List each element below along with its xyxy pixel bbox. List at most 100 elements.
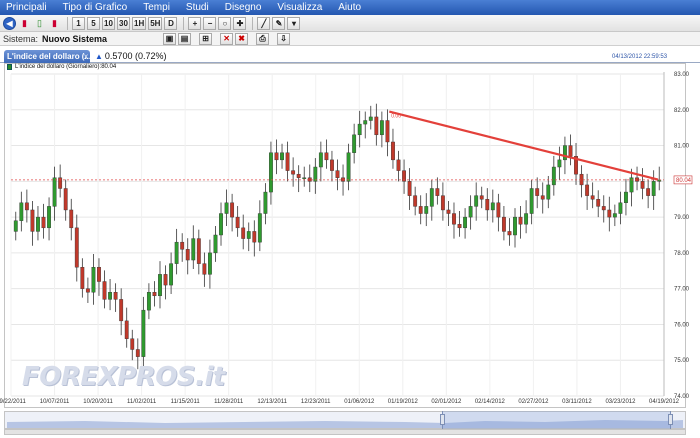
- candle[interactable]: [346, 152, 351, 182]
- candle[interactable]: [313, 166, 318, 182]
- navigator-left-handle[interactable]: [440, 414, 445, 425]
- navigator-scrollbar[interactable]: [4, 429, 686, 435]
- candle[interactable]: [429, 188, 434, 207]
- candle[interactable]: [30, 209, 35, 232]
- candle[interactable]: [291, 170, 296, 175]
- candle[interactable]: [274, 152, 279, 161]
- candle[interactable]: [91, 267, 96, 293]
- candle[interactable]: [113, 292, 118, 300]
- candle[interactable]: [557, 159, 562, 168]
- candle[interactable]: [407, 181, 412, 196]
- navigator-right-handle[interactable]: [668, 414, 673, 425]
- candle[interactable]: [379, 120, 384, 136]
- candle[interactable]: [191, 238, 196, 261]
- navigator-window[interactable]: [442, 411, 671, 429]
- candle[interactable]: [207, 252, 212, 275]
- candle[interactable]: [257, 213, 262, 243]
- candle[interactable]: [435, 188, 440, 196]
- candle[interactable]: [146, 292, 151, 311]
- candle[interactable]: [496, 202, 501, 218]
- candle[interactable]: [624, 191, 628, 203]
- candle[interactable]: [524, 213, 529, 225]
- candle[interactable]: [158, 274, 162, 297]
- candle[interactable]: [85, 288, 90, 293]
- candle[interactable]: [63, 188, 68, 211]
- candle[interactable]: [590, 195, 595, 200]
- candle[interactable]: [24, 202, 29, 211]
- candle[interactable]: [41, 216, 46, 229]
- candle[interactable]: [413, 195, 418, 207]
- candle[interactable]: [224, 202, 229, 214]
- candle[interactable]: [58, 177, 63, 189]
- candle[interactable]: [19, 202, 24, 221]
- candle[interactable]: [130, 338, 135, 350]
- candle[interactable]: [596, 199, 601, 207]
- candle[interactable]: [52, 177, 57, 207]
- candle[interactable]: [529, 188, 534, 214]
- candle[interactable]: [468, 206, 473, 218]
- candle[interactable]: [80, 267, 85, 289]
- candle[interactable]: [601, 206, 606, 211]
- candle[interactable]: [47, 206, 51, 229]
- candle[interactable]: [507, 231, 512, 236]
- candle[interactable]: [196, 238, 201, 264]
- candle[interactable]: [612, 213, 617, 218]
- candle[interactable]: [446, 209, 451, 214]
- candle[interactable]: [585, 184, 590, 196]
- candle[interactable]: [396, 159, 401, 171]
- candle[interactable]: [185, 249, 190, 261]
- candle[interactable]: [385, 120, 390, 143]
- candle[interactable]: [357, 123, 362, 136]
- candle[interactable]: [252, 231, 257, 243]
- candle[interactable]: [296, 173, 301, 178]
- candle[interactable]: [335, 170, 340, 178]
- candle[interactable]: [213, 234, 218, 254]
- candle[interactable]: [74, 227, 79, 268]
- candle[interactable]: [241, 227, 246, 239]
- candle[interactable]: [141, 309, 146, 357]
- candle[interactable]: [513, 216, 517, 236]
- candle[interactable]: [97, 267, 101, 282]
- candle[interactable]: [119, 299, 124, 322]
- candle[interactable]: [330, 159, 334, 171]
- candle[interactable]: [485, 199, 490, 211]
- candle[interactable]: [418, 206, 423, 214]
- candle[interactable]: [219, 213, 223, 236]
- candle[interactable]: [108, 292, 112, 300]
- candle[interactable]: [230, 202, 235, 218]
- candle[interactable]: [474, 195, 479, 207]
- candle[interactable]: [563, 145, 567, 161]
- candle[interactable]: [540, 195, 545, 200]
- candle[interactable]: [479, 195, 484, 200]
- candle[interactable]: [618, 202, 623, 214]
- candle[interactable]: [124, 320, 129, 339]
- candle[interactable]: [235, 216, 240, 229]
- candle[interactable]: [607, 209, 612, 218]
- candle[interactable]: [135, 349, 140, 357]
- candle[interactable]: [180, 241, 185, 250]
- candle[interactable]: [246, 231, 251, 239]
- candle[interactable]: [36, 216, 40, 232]
- candle[interactable]: [501, 216, 506, 232]
- candle[interactable]: [285, 152, 290, 171]
- candle[interactable]: [452, 213, 456, 225]
- candle[interactable]: [280, 152, 284, 161]
- candle[interactable]: [69, 209, 74, 229]
- candle[interactable]: [318, 152, 323, 168]
- candle[interactable]: [457, 224, 462, 229]
- candle[interactable]: [263, 191, 268, 214]
- candle[interactable]: [324, 152, 329, 161]
- candle[interactable]: [640, 181, 645, 189]
- candle[interactable]: [163, 274, 168, 286]
- candle[interactable]: [518, 216, 523, 225]
- candle[interactable]: [551, 166, 556, 186]
- candle[interactable]: [374, 116, 379, 136]
- candle[interactable]: [424, 206, 429, 214]
- candle[interactable]: [651, 181, 656, 196]
- candle[interactable]: [568, 145, 573, 157]
- candle[interactable]: [391, 141, 395, 161]
- candle[interactable]: [202, 263, 207, 275]
- candle[interactable]: [174, 241, 179, 264]
- candle[interactable]: [352, 134, 357, 153]
- candle[interactable]: [169, 263, 174, 286]
